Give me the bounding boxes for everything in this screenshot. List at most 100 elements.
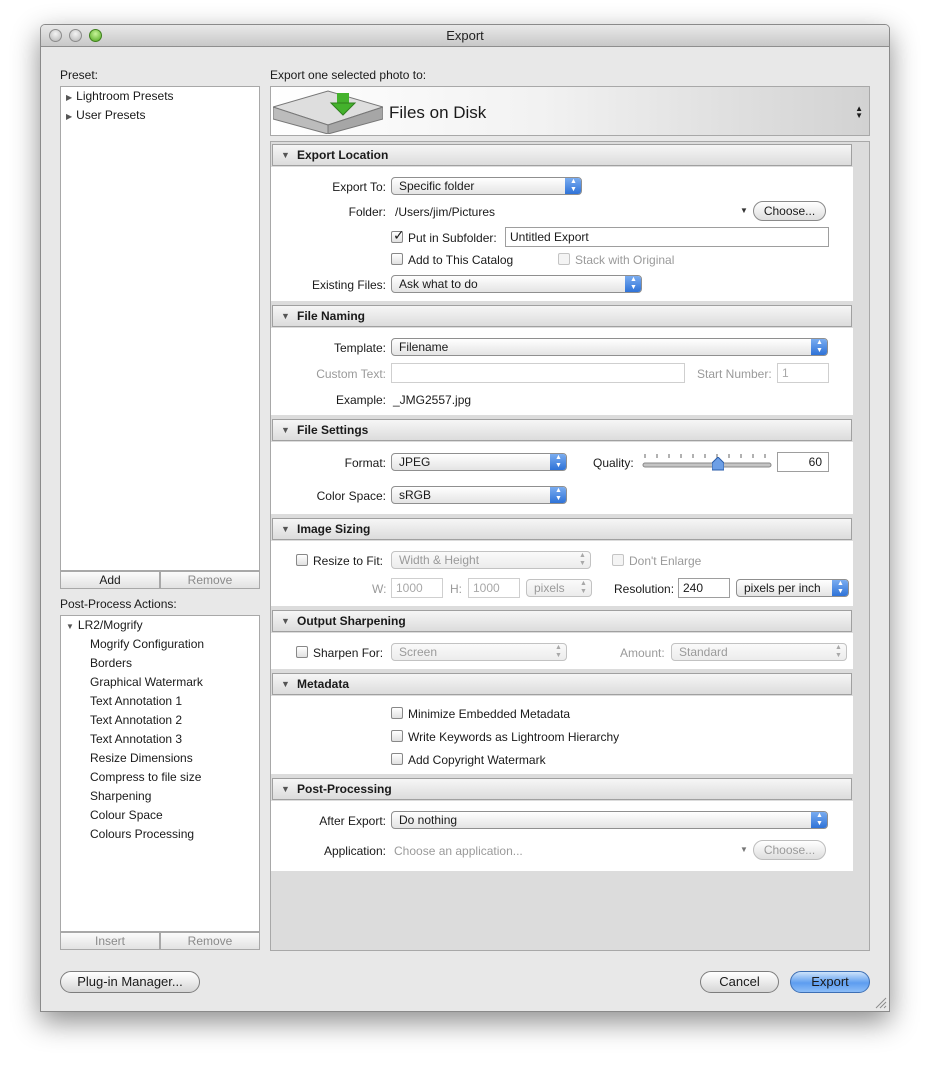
- application-placeholder[interactable]: Choose an application...: [394, 844, 523, 858]
- action-group-lr2-mogrify[interactable]: ▼ LR2/Mogrify: [66, 618, 143, 632]
- action-item[interactable]: Colour Space: [90, 808, 163, 822]
- minimize-window-icon[interactable]: [69, 29, 82, 42]
- collapse-triangle-icon[interactable]: ▼: [281, 611, 290, 631]
- collapse-triangle-icon[interactable]: ▼: [281, 306, 290, 326]
- amount-select[interactable]: Standard ▲ ▼: [671, 643, 847, 661]
- quality-slider-thumb[interactable]: [711, 456, 725, 471]
- action-item[interactable]: Graphical Watermark: [90, 675, 203, 689]
- action-item[interactable]: Sharpening: [90, 789, 151, 803]
- select-chevron-icon: ▲ ▼: [565, 178, 581, 194]
- quality-slider[interactable]: [642, 452, 772, 472]
- application-dropdown-icon[interactable]: ▼: [740, 845, 748, 854]
- action-item[interactable]: Compress to file size: [90, 770, 201, 784]
- resize-mode-select[interactable]: Width & Height ▲ ▼: [391, 551, 591, 569]
- collapse-triangle-icon[interactable]: ▼: [281, 420, 290, 440]
- preset-folder-lightroom[interactable]: ▶ Lightroom Presets: [66, 89, 174, 103]
- subfolder-name-input[interactable]: Untitled Export: [505, 227, 829, 247]
- resize-grip-icon[interactable]: [875, 997, 887, 1009]
- export-destination-selector[interactable]: Files on Disk ▲ ▼: [270, 86, 870, 136]
- action-item[interactable]: Text Annotation 3: [90, 732, 182, 746]
- resize-to-fit-checkbox[interactable]: [296, 554, 308, 566]
- window-title: Export: [446, 28, 484, 43]
- resize-to-fit-label: Resize to Fit:: [313, 554, 384, 568]
- section-file-naming[interactable]: ▼ File Naming: [272, 305, 852, 327]
- disclosure-triangle-icon[interactable]: ▶: [66, 112, 72, 121]
- dont-enlarge-label: Don't Enlarge: [629, 554, 702, 568]
- choose-application-button[interactable]: Choose...: [753, 840, 826, 860]
- size-unit-select[interactable]: pixels ▲ ▼: [526, 579, 592, 597]
- select-chevron-icon: ▲ ▼: [579, 552, 586, 567]
- close-window-icon[interactable]: [49, 29, 62, 42]
- folder-dropdown-icon[interactable]: ▼: [740, 206, 748, 215]
- plugin-manager-button[interactable]: Plug-in Manager...: [60, 971, 200, 993]
- action-item[interactable]: Borders: [90, 656, 132, 670]
- template-select[interactable]: Filename ▲ ▼: [391, 338, 828, 356]
- height-input[interactable]: 1000: [468, 578, 520, 598]
- existing-files-label: Existing Files:: [311, 278, 386, 292]
- choose-folder-button[interactable]: Choose...: [753, 201, 826, 221]
- action-item[interactable]: Colours Processing: [90, 827, 194, 841]
- existing-files-select[interactable]: Ask what to do ▲ ▼: [391, 275, 642, 293]
- export-to-select[interactable]: Specific folder ▲ ▼: [391, 177, 582, 195]
- resolution-label: Resolution:: [614, 582, 675, 596]
- title-bar: Export: [41, 25, 889, 47]
- color-space-select[interactable]: sRGB ▲ ▼: [391, 486, 567, 504]
- action-item[interactable]: Mogrify Configuration: [90, 637, 204, 651]
- collapse-triangle-icon[interactable]: ▼: [281, 145, 290, 165]
- section-file-settings[interactable]: ▼ File Settings: [272, 419, 852, 441]
- example-label: Example:: [335, 393, 386, 407]
- section-metadata[interactable]: ▼ Metadata: [272, 673, 852, 695]
- stack-with-original-checkbox[interactable]: [558, 253, 570, 265]
- collapse-triangle-icon[interactable]: ▼: [281, 779, 290, 799]
- amount-label: Amount:: [620, 646, 665, 660]
- start-number-input[interactable]: 1: [777, 363, 829, 383]
- checkmark-icon: ✓: [393, 227, 405, 243]
- resolution-unit-select[interactable]: pixels per inch ▲ ▼: [736, 579, 849, 597]
- post-process-actions-label: Post-Process Actions:: [60, 597, 177, 611]
- quality-input[interactable]: 60: [777, 452, 829, 472]
- dont-enlarge-checkbox[interactable]: [612, 554, 624, 566]
- collapse-triangle-icon[interactable]: ▼: [281, 519, 290, 539]
- insert-action-button[interactable]: Insert: [60, 932, 160, 950]
- disclosure-triangle-icon[interactable]: ▶: [66, 93, 72, 102]
- action-item[interactable]: Text Annotation 2: [90, 713, 182, 727]
- put-in-subfolder-checkbox[interactable]: ✓: [391, 227, 405, 243]
- section-export-location[interactable]: ▼ Export Location: [272, 144, 852, 166]
- action-item[interactable]: Text Annotation 1: [90, 694, 182, 708]
- add-preset-button[interactable]: Add: [60, 571, 160, 589]
- custom-text-input[interactable]: [391, 363, 685, 383]
- cancel-button[interactable]: Cancel: [700, 971, 779, 993]
- sharpen-for-select[interactable]: Screen ▲ ▼: [391, 643, 567, 661]
- select-chevron-icon: ▲ ▼: [580, 580, 587, 595]
- disclosure-triangle-down-icon[interactable]: ▼: [66, 622, 74, 631]
- destination-chevron-icon[interactable]: ▲ ▼: [855, 105, 863, 120]
- section-output-sharpening[interactable]: ▼ Output Sharpening: [272, 610, 852, 632]
- width-input[interactable]: 1000: [391, 578, 443, 598]
- remove-action-button[interactable]: Remove: [160, 932, 260, 950]
- preset-list[interactable]: [60, 86, 260, 571]
- select-chevron-icon: ▲ ▼: [550, 487, 566, 503]
- preset-folder-user[interactable]: ▶ User Presets: [66, 108, 146, 122]
- slider-ticks-icon: [642, 454, 772, 468]
- copyright-watermark-checkbox[interactable]: [391, 753, 403, 765]
- write-keywords-checkbox[interactable]: [391, 730, 403, 742]
- collapse-triangle-icon[interactable]: ▼: [281, 674, 290, 694]
- minimize-metadata-checkbox[interactable]: [391, 707, 403, 719]
- template-label: Template:: [333, 341, 386, 355]
- section-image-sizing[interactable]: ▼ Image Sizing: [272, 518, 852, 540]
- action-item[interactable]: Resize Dimensions: [90, 751, 193, 765]
- application-label: Application:: [323, 844, 386, 858]
- export-button[interactable]: Export: [790, 971, 870, 993]
- stack-with-original-label: Stack with Original: [575, 253, 675, 267]
- format-select[interactable]: JPEG ▲ ▼: [391, 453, 567, 471]
- resolution-input[interactable]: 240: [678, 578, 730, 598]
- zoom-window-icon[interactable]: [89, 29, 102, 42]
- remove-preset-button[interactable]: Remove: [160, 571, 260, 589]
- add-to-catalog-checkbox[interactable]: [391, 253, 403, 265]
- hard-drive-icon: [273, 90, 383, 134]
- custom-text-label: Custom Text:: [316, 367, 386, 381]
- sharpen-for-checkbox[interactable]: [296, 646, 308, 658]
- select-chevron-icon: ▲ ▼: [811, 339, 827, 355]
- section-post-processing[interactable]: ▼ Post-Processing: [272, 778, 852, 800]
- after-export-select[interactable]: Do nothing ▲ ▼: [391, 811, 828, 829]
